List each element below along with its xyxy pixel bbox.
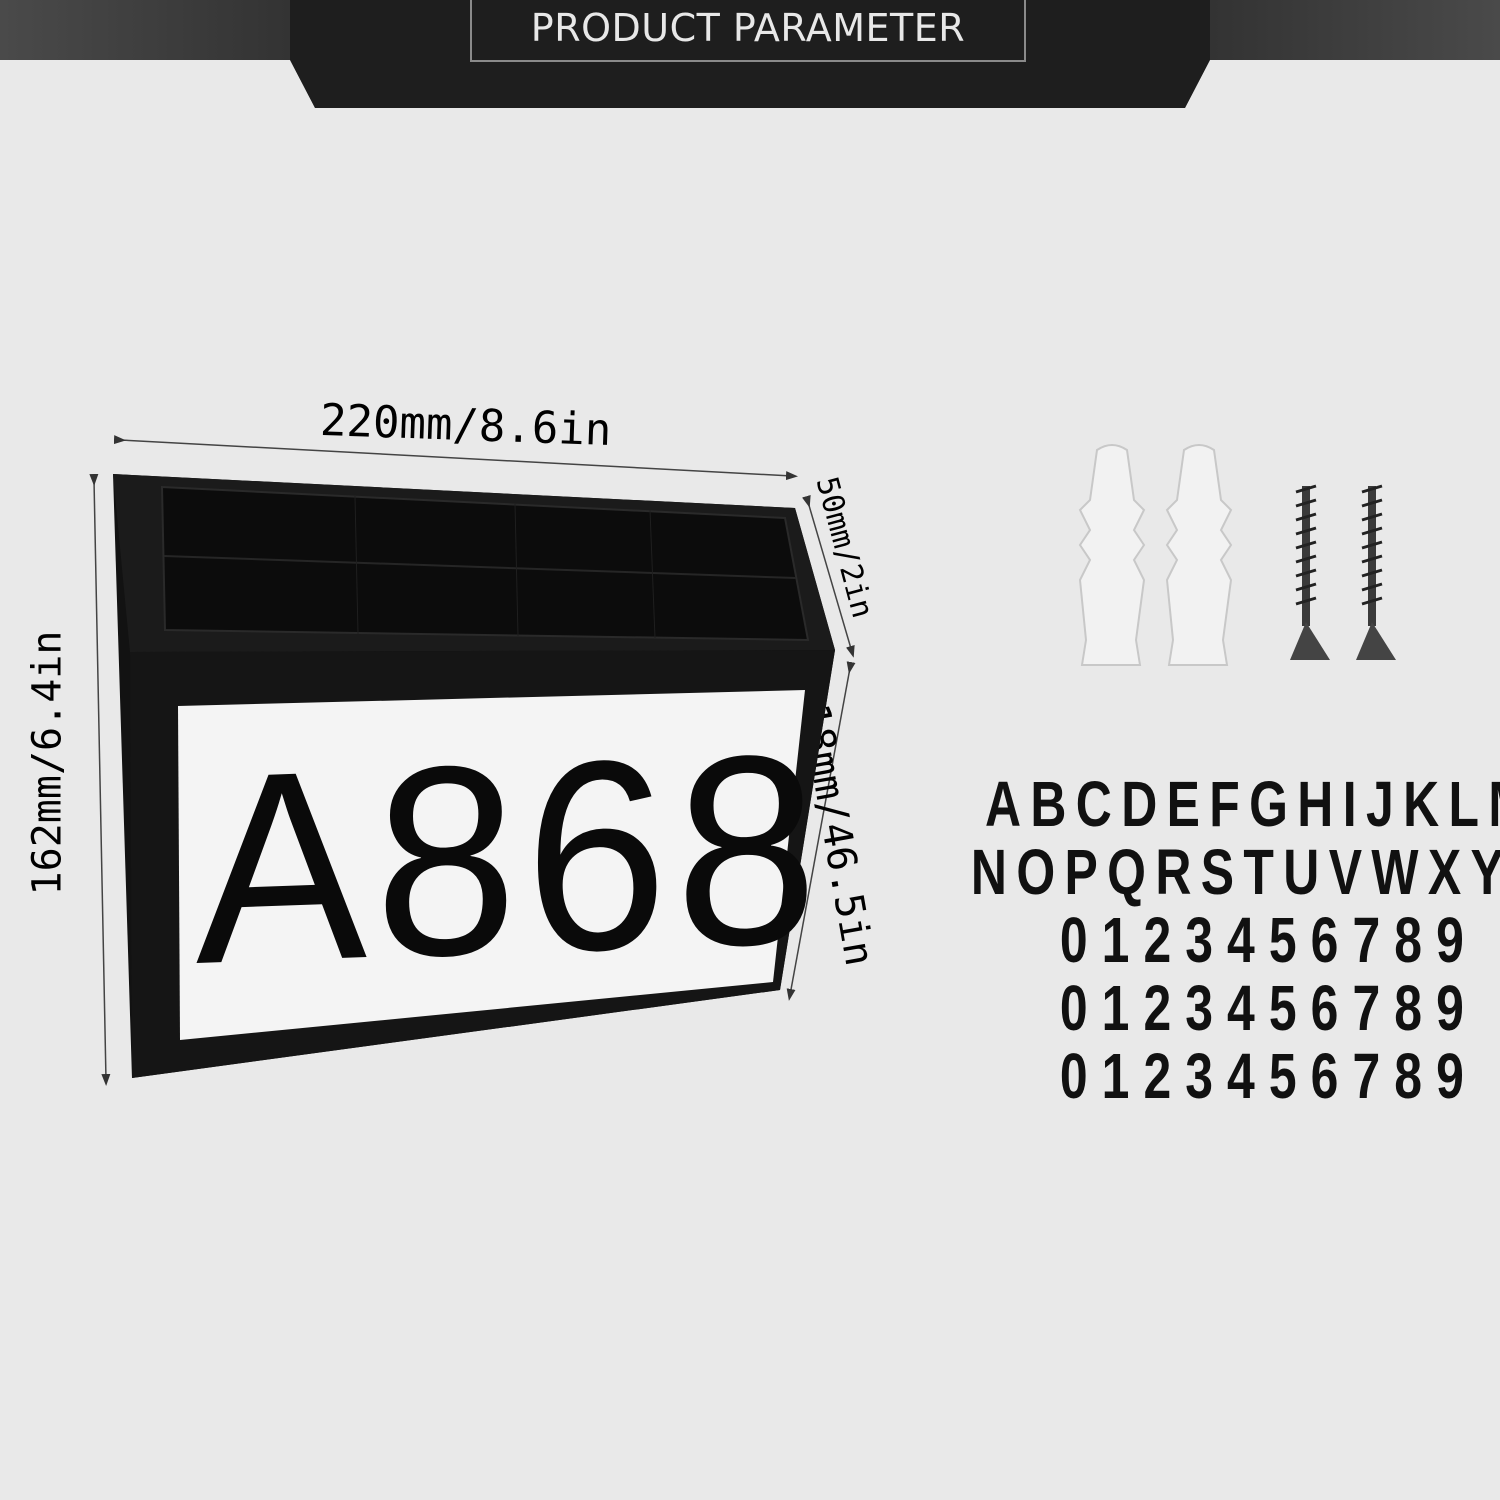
digit-row: 0123456789 — [1059, 972, 1478, 1044]
wall-anchor-icon — [1165, 444, 1233, 666]
character-sheet: ABCDEFGHIJKLM NOPQRSTUVWXYZ 0123456789 0… — [960, 768, 1500, 1112]
digit-row: 0123456789 — [1059, 1040, 1478, 1112]
wall-anchor-icon — [1078, 444, 1146, 666]
digit-row: 0123456789 — [1059, 904, 1478, 976]
screw-icon — [1290, 484, 1330, 660]
letter-row: NOPQRSTUVWXYZ — [970, 836, 1500, 908]
accessories — [1078, 444, 1396, 666]
letter-row: ABCDEFGHIJKLM — [984, 768, 1500, 840]
screw-icon — [1356, 484, 1396, 660]
